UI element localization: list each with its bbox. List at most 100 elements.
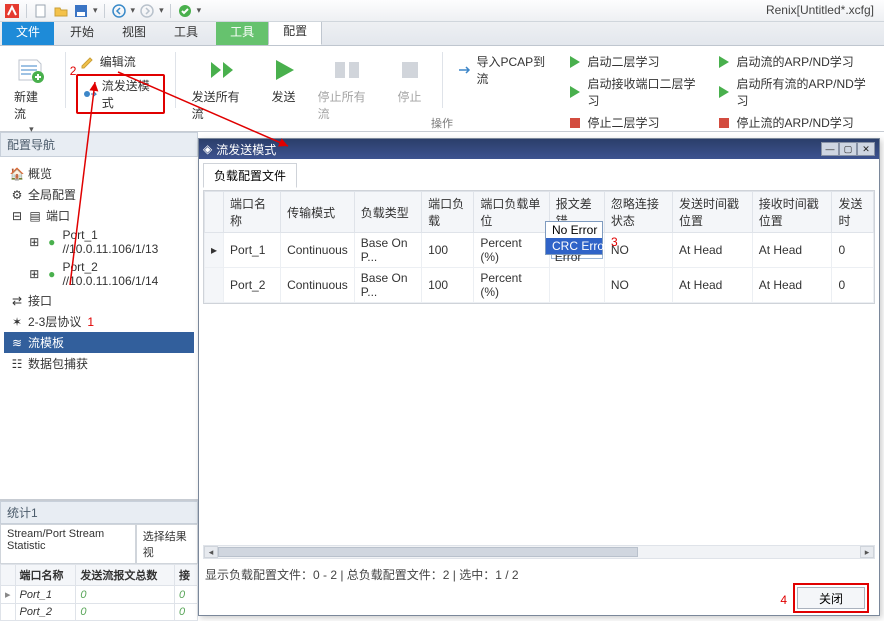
import-pcap-label: 导入PCAP到流 (477, 53, 554, 87)
tab-view[interactable]: 视图 (108, 19, 160, 45)
template-icon: ≋ (10, 336, 24, 350)
stop-all-button[interactable]: 停止所有流 (312, 52, 382, 124)
app-title: Renix[Untitled*.xcfg] (766, 3, 874, 17)
stats-col-rx: 接 (175, 565, 198, 586)
stats-col-sent: 发送流报文总数 (76, 565, 175, 586)
tab-tools-context[interactable]: 工具 (216, 19, 268, 45)
tree-global-label: 全局配置 (28, 186, 76, 203)
import-pcap-button[interactable]: 导入PCAP到流 (453, 52, 558, 88)
table-row[interactable]: Port_200 (1, 604, 198, 621)
send-mode-label: 流发送模式 (102, 77, 159, 111)
tree-template[interactable]: ≋流模板 (4, 332, 194, 353)
dialog-tab-load[interactable]: 负载配置文件 (203, 163, 297, 188)
tab-file[interactable]: 文件 (2, 19, 54, 45)
play-icon (567, 54, 583, 70)
quick-access-toolbar: ▾ ▾ ▾ ▾ Renix[Untitled*.xcfg] (0, 0, 884, 22)
col-mode[interactable]: 传输模式 (281, 192, 355, 233)
stats-header: 统计1 (0, 501, 198, 524)
minimize-button[interactable]: — (821, 142, 839, 156)
ribbon-tab-strip: 文件 开始 视图 工具 工具 配置 (0, 22, 884, 46)
plus-box-icon: ⊞ (27, 235, 40, 249)
scroll-left-icon[interactable]: ◂ (204, 546, 218, 558)
tree-port1[interactable]: ⊞●Port_1 //10.0.11.106/1/13 (4, 226, 194, 258)
tree-overview[interactable]: 🏠概览 (4, 163, 194, 184)
tree-global[interactable]: ⚙ 全局配置 (4, 184, 194, 205)
tab-start[interactable]: 开始 (56, 19, 108, 45)
arp-start-label: 启动流的ARP/ND学习 (736, 53, 853, 70)
tree-port2[interactable]: ⊞●Port_2 //10.0.11.106/1/14 (4, 258, 194, 290)
config-tree: 🏠概览 ⚙ 全局配置 ⊟▤端口 ⊞●Port_1 //10.0.11.106/1/… (0, 157, 198, 380)
open-file-icon[interactable] (53, 3, 69, 19)
table-row[interactable]: ▸ Port_1 Continuous Base On P... 100 Per… (205, 233, 874, 268)
scroll-right-icon[interactable]: ▸ (860, 546, 874, 558)
play-icon (716, 54, 732, 70)
scroll-thumb[interactable] (218, 547, 638, 557)
close-window-button[interactable]: ✕ (857, 142, 875, 156)
l2-learn-start-button[interactable]: 启动二层学习 (563, 52, 706, 71)
l2-learn-rx-start-button[interactable]: 启动接收端口二层学习 (563, 74, 706, 110)
send-icon (268, 54, 300, 86)
play-icon (567, 84, 583, 100)
ribbon-group-label: 操作 (0, 115, 884, 131)
annotation-1: 1 (87, 315, 94, 329)
col-txpos[interactable]: 发送时间戳位置 (673, 192, 753, 233)
stats-table: 端口名称发送流报文总数接 ▸Port_100 Port_200 (0, 564, 198, 621)
config-nav-header: 配置导航 (0, 132, 198, 157)
send-mode-button[interactable]: 流发送模式 2 (76, 74, 165, 114)
back-icon[interactable] (111, 3, 127, 19)
annotation-4: 4 (780, 593, 787, 607)
stats-col-port: 端口名称 (15, 565, 76, 586)
send-label: 发送 (272, 88, 296, 105)
stop-icon (394, 54, 426, 86)
tree-capture[interactable]: ☷ 数据包捕获 (4, 353, 194, 374)
edit-stream-button[interactable]: 编辑流 (76, 52, 165, 71)
app-logo-icon (4, 3, 20, 19)
stats-panel: 统计1 Stream/Port Stream Statistic 选择结果视 端… (0, 499, 198, 621)
col-unit[interactable]: 端口负载单位 (474, 192, 549, 233)
send-mode-dialog: ◈ 流发送模式 — ▢ ✕ 负载配置文件 端口名称 传输模式 负载类型 端口负载… (198, 138, 880, 616)
error-dropdown-list[interactable]: No Error CRC Error (545, 221, 603, 255)
stats-tab-select[interactable]: 选择结果视 (136, 524, 198, 563)
send-all-button[interactable]: 发送所有流 (186, 52, 256, 124)
dropdown-option-noerror[interactable]: No Error (546, 222, 602, 238)
send-button[interactable]: 发送 (262, 52, 306, 107)
maximize-button[interactable]: ▢ (839, 142, 857, 156)
tree-l23-label: 2-3层协议 (28, 313, 81, 330)
col-rxpos[interactable]: 接收时间戳位置 (752, 192, 832, 233)
horizontal-scrollbar[interactable]: ◂ ▸ (203, 545, 875, 559)
col-port[interactable]: 端口名称 (224, 192, 281, 233)
apply-icon[interactable] (177, 3, 193, 19)
stats-tab-stream[interactable]: Stream/Port Stream Statistic (0, 524, 136, 563)
import-icon (457, 62, 473, 78)
col-txtime[interactable]: 发送时 (832, 192, 874, 233)
close-button-highlight: 关闭 (793, 583, 869, 613)
close-button[interactable]: 关闭 (797, 587, 865, 609)
capture-icon: ☷ (10, 357, 24, 371)
dropdown-option-crcerror[interactable]: CRC Error (546, 238, 602, 254)
annotation-3: 3 (611, 235, 618, 249)
edit-stream-label: 编辑流 (100, 53, 136, 70)
table-row[interactable]: ▸Port_100 (1, 586, 198, 604)
tree-l23[interactable]: ✶ 2-3层协议 1 (4, 311, 194, 332)
stop-all-icon (331, 54, 363, 86)
send-mode-icon (82, 86, 98, 102)
tree-capture-label: 数据包捕获 (28, 355, 88, 372)
forward-icon[interactable] (139, 3, 155, 19)
table-row[interactable]: Port_2 Continuous Base On P... 100 Perce… (205, 268, 874, 303)
dialog-titlebar[interactable]: ◈ 流发送模式 — ▢ ✕ (199, 139, 879, 159)
save-icon[interactable] (73, 3, 89, 19)
plus-box-icon: ⊞ (27, 267, 40, 281)
new-file-icon[interactable] (33, 3, 49, 19)
tab-tools[interactable]: 工具 (160, 19, 212, 45)
arp-all-start-button[interactable]: 启动所有流的ARP/ND学习 (712, 74, 876, 110)
protocol-icon: ✶ (10, 315, 24, 329)
col-loadtype[interactable]: 负载类型 (354, 192, 421, 233)
gear-icon: ⚙ (10, 188, 24, 202)
stop-button[interactable]: 停止 (388, 52, 432, 107)
status-dot-icon: ● (45, 267, 58, 281)
tree-interfaces[interactable]: ⇄接口 (4, 290, 194, 311)
col-ignore[interactable]: 忽略连接状态 (604, 192, 672, 233)
col-load[interactable]: 端口负载 (422, 192, 474, 233)
tree-ports[interactable]: ⊟▤端口 (4, 205, 194, 226)
arp-start-button[interactable]: 启动流的ARP/ND学习 (712, 52, 876, 71)
